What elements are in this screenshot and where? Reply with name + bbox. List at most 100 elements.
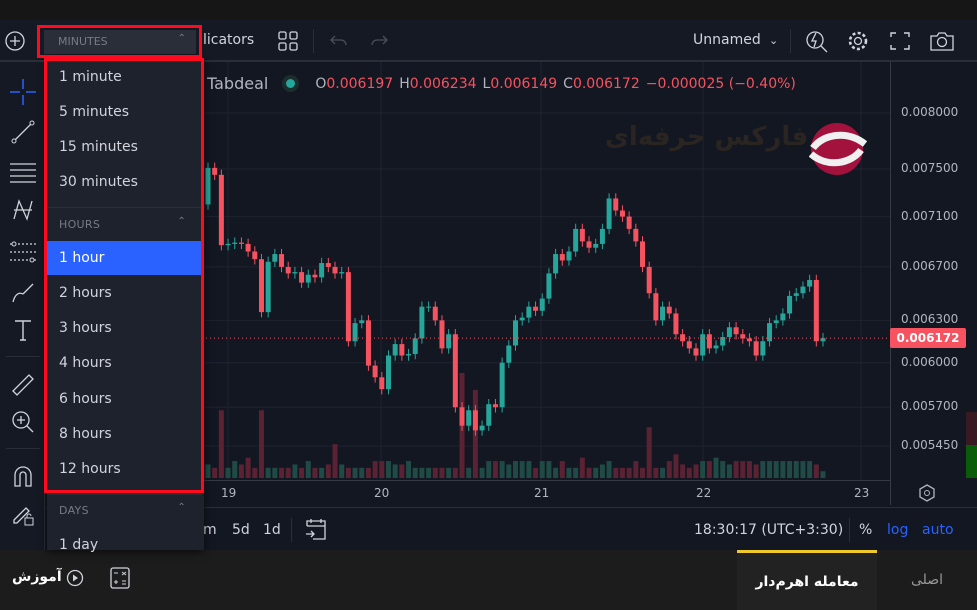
- tab-leverage-trading[interactable]: معامله اهرم‌دار: [737, 550, 877, 610]
- interval-option-4h[interactable]: 4 hours: [47, 346, 202, 380]
- volume-bar: [700, 461, 706, 478]
- volume-bar: [345, 467, 351, 478]
- zoom-in-icon[interactable]: [8, 407, 38, 437]
- volume-bar: [760, 461, 766, 478]
- axis-settings-icon[interactable]: [918, 484, 936, 502]
- volume-bar: [720, 461, 726, 478]
- time-tick-label: 22: [696, 486, 712, 500]
- interval-option-5m[interactable]: 5 minutes: [47, 95, 202, 129]
- indicators-button[interactable]: licators: [203, 32, 254, 48]
- volume-bar: [232, 461, 238, 478]
- time-tick-label: 20: [374, 486, 390, 500]
- volume-bar: [312, 467, 318, 478]
- tutorial-link[interactable]: آموزش: [12, 569, 62, 585]
- volume-bar: [506, 464, 512, 478]
- volume-bar: [553, 467, 559, 478]
- candle-body: [693, 348, 699, 356]
- text-icon[interactable]: [8, 315, 38, 345]
- candle-body: [633, 228, 639, 242]
- price-axis[interactable]: 0.008000 0.007500 0.007100 0.006700 0.006300…: [890, 62, 966, 505]
- candle-body: [238, 242, 244, 244]
- volume-bar: [365, 467, 371, 478]
- price-tick-label: 0.005450: [901, 438, 959, 453]
- pattern-icon[interactable]: [8, 195, 38, 225]
- candle-body: [232, 242, 238, 244]
- magnet-icon[interactable]: [8, 462, 38, 492]
- interval-option-6h[interactable]: 6 hours: [47, 382, 202, 416]
- fib-retracement-icon[interactable]: [8, 237, 38, 267]
- candle-body: [653, 293, 659, 321]
- candle-body: [432, 306, 438, 321]
- interval-option-2h[interactable]: 2 hours: [47, 276, 202, 310]
- play-circle-icon[interactable]: [66, 569, 84, 587]
- interval-option-15m[interactable]: 15 minutes: [47, 130, 202, 164]
- calculator-icon[interactable]: [110, 567, 130, 589]
- quick-search-icon[interactable]: [805, 29, 829, 53]
- fullscreen-icon[interactable]: [890, 32, 910, 50]
- volume-bar: [787, 461, 793, 478]
- high-value: 0.006234: [409, 76, 477, 92]
- volume-bar: [299, 467, 305, 478]
- log-toggle[interactable]: log: [887, 522, 908, 538]
- crosshair-icon[interactable]: [8, 77, 38, 107]
- volume-bar: [479, 467, 485, 478]
- candle-body: [472, 410, 478, 431]
- volume-bar: [339, 464, 345, 478]
- redo-icon[interactable]: [370, 33, 388, 49]
- candle-body: [586, 241, 592, 248]
- candle-body: [539, 298, 545, 311]
- undo-icon[interactable]: [330, 33, 348, 49]
- range-button-1d[interactable]: 1d: [263, 522, 281, 538]
- interval-option-3h[interactable]: 3 hours: [47, 311, 202, 345]
- horizontal-lines-icon[interactable]: [8, 157, 38, 187]
- range-button[interactable]: m: [203, 522, 217, 538]
- interval-option-30m[interactable]: 30 minutes: [47, 165, 202, 199]
- candle-body: [579, 228, 585, 242]
- candle-body: [773, 320, 779, 324]
- brush-icon[interactable]: [8, 277, 38, 307]
- interval-option-1m[interactable]: 1 minute: [47, 60, 202, 94]
- volume-bar: [693, 464, 699, 478]
- percent-toggle[interactable]: %: [859, 522, 872, 538]
- volume-bar: [245, 457, 251, 478]
- trend-line-icon[interactable]: [8, 117, 38, 147]
- hours-section-header[interactable]: HOURS ⌃: [47, 209, 202, 239]
- candle-body: [452, 334, 458, 408]
- layout-name-button[interactable]: Unnamed: [693, 32, 761, 48]
- candle-body: [205, 167, 211, 205]
- open-label: O: [315, 76, 327, 92]
- volume-bar: [205, 464, 211, 478]
- volume-bar: [379, 461, 385, 478]
- interval-option-1h[interactable]: 1 hour: [47, 241, 202, 275]
- volume-bar: [593, 467, 599, 478]
- candle-body: [218, 174, 224, 246]
- candle-body: [385, 355, 391, 390]
- candle-body: [446, 334, 452, 349]
- volume-bar: [406, 461, 412, 478]
- candle-body: [312, 274, 318, 278]
- volume-bar: [385, 461, 391, 478]
- add-symbol-icon[interactable]: [5, 31, 25, 51]
- lock-drawings-icon[interactable]: [8, 500, 38, 530]
- ruler-icon[interactable]: [8, 370, 38, 400]
- auto-toggle[interactable]: auto: [922, 522, 954, 538]
- days-section-header[interactable]: DAYS ⌃: [47, 495, 202, 525]
- settings-gear-icon[interactable]: [847, 30, 869, 52]
- candle-body: [666, 306, 672, 314]
- clock-timezone[interactable]: 18:30:17 (UTC+3:30): [694, 522, 843, 538]
- screenshot-camera-icon[interactable]: [930, 31, 954, 51]
- tab-main[interactable]: اصلی: [877, 550, 977, 610]
- candle-body: [466, 410, 472, 426]
- chevron-down-icon[interactable]: ⌄: [769, 34, 778, 47]
- volume-bar: [432, 467, 438, 478]
- interval-header-button[interactable]: MINUTES ⌃: [44, 30, 196, 54]
- interval-option-12h[interactable]: 12 hours: [47, 452, 202, 486]
- layout-grid-icon[interactable]: [278, 31, 298, 51]
- go-to-date-icon[interactable]: [305, 518, 327, 542]
- volume-bar: [640, 467, 646, 478]
- interval-option-1d[interactable]: 1 day: [47, 528, 202, 562]
- interval-option-8h[interactable]: 8 hours: [47, 417, 202, 451]
- range-button-5d[interactable]: 5d: [232, 522, 250, 538]
- divider: [790, 29, 791, 53]
- market-status-dot: [286, 79, 296, 88]
